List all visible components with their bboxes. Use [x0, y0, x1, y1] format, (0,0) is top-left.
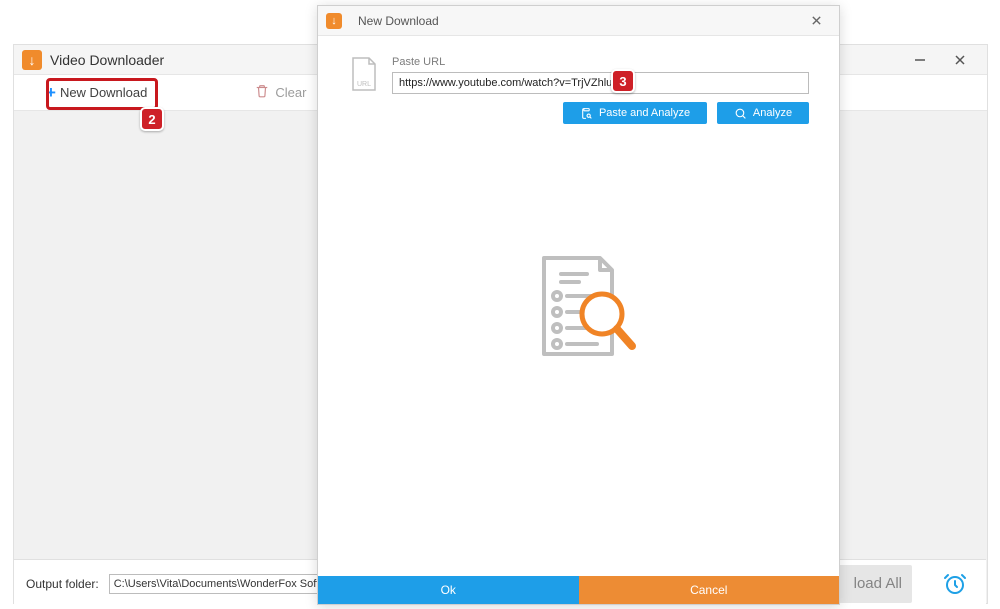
dialog-close-button[interactable] [801, 10, 831, 32]
callout-badge-2: 2 [140, 107, 164, 131]
dialog-footer: Ok Cancel [318, 576, 839, 604]
url-fields: Paste URL Paste and Analyze Analyze [392, 56, 809, 124]
magnifier-icon [582, 294, 632, 346]
cancel-button[interactable]: Cancel [579, 576, 840, 604]
alarm-clock-icon[interactable] [936, 565, 974, 603]
dialog-logo-icon: ↓ [326, 13, 342, 29]
window-controls [909, 49, 979, 71]
app-logo-icon: ↓ [22, 50, 42, 70]
analyze-button[interactable]: Analyze [717, 102, 809, 124]
new-download-button[interactable]: + New Download [38, 79, 155, 107]
callout-badge-3: 3 [611, 69, 635, 93]
new-download-label: New Download [60, 85, 147, 100]
svg-text:URL: URL [357, 81, 371, 88]
paste-and-analyze-label: Paste and Analyze [599, 107, 690, 119]
output-folder-label: Output folder: [26, 577, 99, 591]
clipboard-search-icon [580, 107, 593, 120]
close-button[interactable] [949, 49, 971, 71]
url-row: URL Paste URL Paste and Analyze Analyze [348, 56, 809, 124]
analyze-label: Analyze [753, 107, 792, 119]
plus-icon: + [46, 83, 56, 103]
callout-badge-2-text: 2 [148, 112, 155, 127]
clear-label: Clear [275, 85, 306, 100]
new-download-dialog: ↓ New Download URL Paste URL Paste [317, 5, 840, 605]
close-icon [811, 15, 822, 26]
download-all-label: load All [854, 575, 902, 592]
ok-button[interactable]: Ok [318, 576, 579, 604]
url-document-icon: URL [348, 56, 380, 92]
paste-url-label: Paste URL [392, 56, 809, 68]
close-icon [954, 54, 966, 66]
dialog-title: New Download [358, 14, 801, 28]
trash-icon [255, 84, 269, 101]
minimize-button[interactable] [909, 49, 931, 71]
minimize-icon [914, 54, 926, 66]
analyze-row: Paste and Analyze Analyze [392, 102, 809, 124]
dialog-body: URL Paste URL Paste and Analyze Analyze [318, 36, 839, 576]
url-input[interactable] [392, 72, 809, 94]
placeholder-illustration [519, 246, 639, 371]
clear-button[interactable]: Clear [255, 84, 306, 101]
paste-and-analyze-button[interactable]: Paste and Analyze [563, 102, 707, 124]
callout-badge-3-text: 3 [619, 74, 626, 89]
dialog-titlebar: ↓ New Download [318, 6, 839, 36]
search-icon [734, 107, 747, 120]
